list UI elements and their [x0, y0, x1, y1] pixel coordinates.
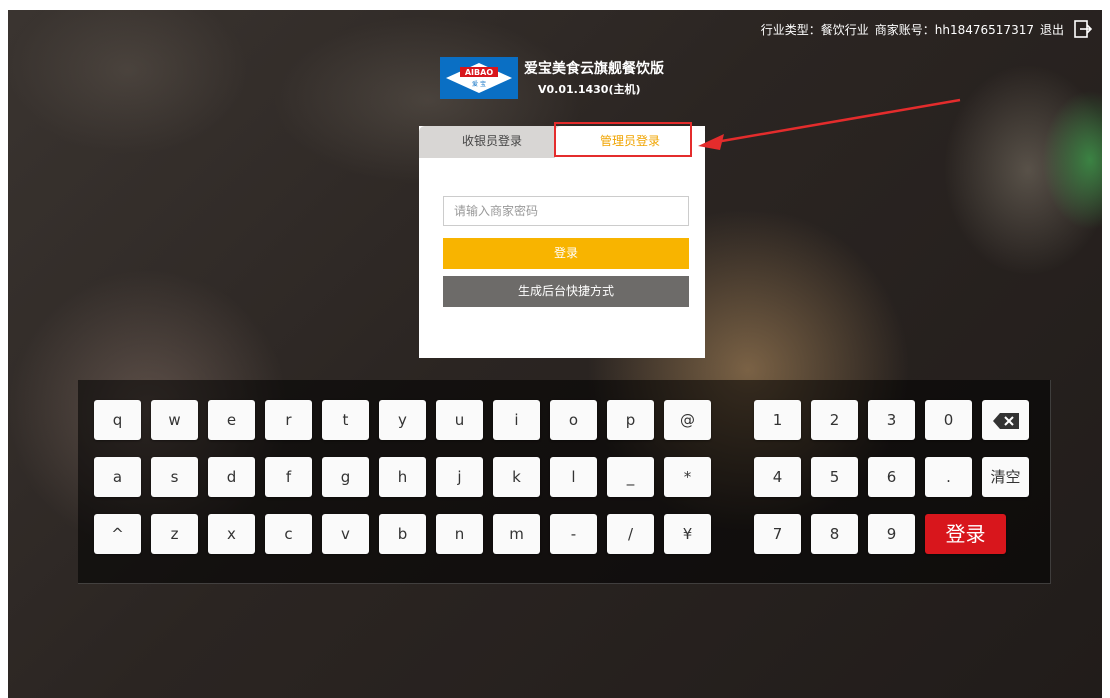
- login-panel: 收银员登录 管理员登录 登录 生成后台快捷方式: [419, 126, 705, 358]
- key-l[interactable]: l: [550, 457, 597, 497]
- key-4[interactable]: 4: [754, 457, 801, 497]
- logo-subtext: 爱 宝: [472, 80, 486, 88]
- key-h[interactable]: h: [379, 457, 426, 497]
- merchant-account: 商家账号：hh18476517317: [874, 22, 1034, 37]
- key-p[interactable]: p: [607, 400, 654, 440]
- key-d[interactable]: d: [208, 457, 255, 497]
- key-1[interactable]: 1: [754, 400, 801, 440]
- aibao-logo: AIBAO 爱 宝: [440, 57, 518, 99]
- backspace-icon: [992, 412, 1019, 429]
- key-i[interactable]: i: [493, 400, 540, 440]
- top-bar: 行业类型：餐饮行业 商家账号：hh18476517317 退出: [760, 20, 1093, 38]
- key-r[interactable]: r: [265, 400, 312, 440]
- key-underscore[interactable]: _: [607, 457, 654, 497]
- key-m[interactable]: m: [493, 514, 540, 554]
- key-6[interactable]: 6: [868, 457, 915, 497]
- key-7[interactable]: 7: [754, 514, 801, 554]
- annotation-highlight-box: [554, 122, 692, 157]
- key-u[interactable]: u: [436, 400, 483, 440]
- key-0[interactable]: 0: [925, 400, 972, 440]
- key-asterisk[interactable]: *: [664, 457, 711, 497]
- merchant-password-input[interactable]: [443, 196, 689, 226]
- logout-icon[interactable]: [1074, 20, 1093, 38]
- key-q[interactable]: q: [94, 400, 141, 440]
- clear-key[interactable]: 清空: [982, 457, 1029, 497]
- logout-link[interactable]: 退出: [1040, 21, 1064, 38]
- key-c[interactable]: c: [265, 514, 312, 554]
- key-dot[interactable]: .: [925, 457, 972, 497]
- backspace-key[interactable]: [982, 400, 1029, 440]
- key-o[interactable]: o: [550, 400, 597, 440]
- key-f[interactable]: f: [265, 457, 312, 497]
- key-y[interactable]: y: [379, 400, 426, 440]
- key-j[interactable]: j: [436, 457, 483, 497]
- industry-type: 行业类型：餐饮行业: [760, 22, 869, 37]
- keyboard-login-button[interactable]: 登录: [925, 514, 1006, 554]
- key-t[interactable]: t: [322, 400, 369, 440]
- key-k[interactable]: k: [493, 457, 540, 497]
- background-leaf: [1042, 90, 1102, 230]
- key-n[interactable]: n: [436, 514, 483, 554]
- key-g[interactable]: g: [322, 457, 369, 497]
- key-e[interactable]: e: [208, 400, 255, 440]
- tab-cashier-login[interactable]: 收银员登录: [419, 126, 565, 158]
- create-shortcut-button[interactable]: 生成后台快捷方式: [443, 276, 689, 307]
- key-3[interactable]: 3: [868, 400, 915, 440]
- key-2[interactable]: 2: [811, 400, 858, 440]
- key-v[interactable]: v: [322, 514, 369, 554]
- virtual-keyboard: q w e r t y u i o p @ a s d f g h j k l …: [78, 380, 1051, 584]
- key-s[interactable]: s: [151, 457, 198, 497]
- key-9[interactable]: 9: [868, 514, 915, 554]
- key-w[interactable]: w: [151, 400, 198, 440]
- key-5[interactable]: 5: [811, 457, 858, 497]
- key-8[interactable]: 8: [811, 514, 858, 554]
- logo-text: AIBAO: [465, 68, 493, 77]
- key-b[interactable]: b: [379, 514, 426, 554]
- login-button[interactable]: 登录: [443, 238, 689, 269]
- app-version: V0.01.1430(主机): [538, 83, 641, 96]
- login-screen: 行业类型：餐饮行业 商家账号：hh18476517317 退出 AIBAO 爱 …: [8, 10, 1102, 698]
- key-z[interactable]: z: [151, 514, 198, 554]
- key-x[interactable]: x: [208, 514, 255, 554]
- key-slash[interactable]: /: [607, 514, 654, 554]
- app-title: 爱宝美食云旗舰餐饮版: [524, 61, 664, 77]
- key-hyphen[interactable]: -: [550, 514, 597, 554]
- key-caret[interactable]: ^: [94, 514, 141, 554]
- key-yen[interactable]: ¥: [664, 514, 711, 554]
- key-at[interactable]: @: [664, 400, 711, 440]
- key-a[interactable]: a: [94, 457, 141, 497]
